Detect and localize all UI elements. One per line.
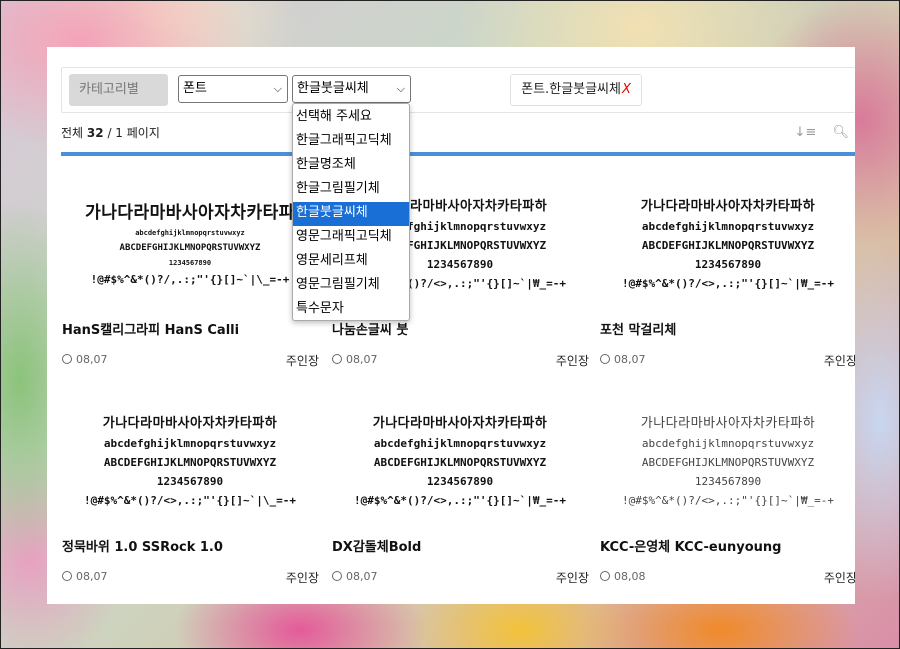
post-date: 08,07 — [62, 353, 108, 366]
result-count: 전체 32 / 1 페이지 — [61, 126, 160, 140]
post-date: 08,07 — [600, 353, 646, 366]
preview-line: 가나다라마바사아자차카타파하 — [640, 198, 816, 214]
preview-line: 1234567890 — [694, 257, 762, 271]
preview-line: abcdefghijklmnopqrstuvwxyz — [103, 436, 277, 450]
dropdown-option[interactable]: 특수문자 — [293, 298, 409, 322]
author-name[interactable]: 주인장 — [824, 569, 855, 586]
sort-icon[interactable]: ↓≡ — [795, 125, 817, 140]
total-count: 32 — [86, 126, 104, 140]
dropdown-option[interactable]: 한글명조체 — [293, 154, 409, 178]
dropdown-option[interactable]: 한글그래픽고딕체 — [293, 130, 409, 154]
font-preview-image[interactable]: 가나다라마바사아자차카타파하 abcdefghijklmnopqrstuvwxyz… — [599, 172, 855, 312]
filter-bar: 카테고리별 폰트 ⌵ 한글붓글씨체 ⌵ 폰트.한글붓글씨체X — [61, 67, 855, 113]
preview-line: 1234567890 — [426, 257, 494, 271]
preview-line: ABCDEFGHIJKLMNOPQRSTUVWXYZ — [103, 455, 277, 469]
post-date: 08,07 — [332, 353, 378, 366]
preview-line: !@#$%^&*()?/<>,.:;"'{}[]~`|₩_=-+ — [354, 493, 566, 507]
post-date: 08,07 — [332, 570, 378, 583]
font-name[interactable]: KCC-은영체 KCC-eunyoung — [600, 536, 781, 555]
search-icon[interactable]: 🔍︎ — [832, 125, 849, 140]
author-name[interactable]: 주인장 — [286, 352, 319, 369]
font-name[interactable]: 정묵바위 1.0 SSRock 1.0 — [62, 536, 223, 555]
preview-line: 가나다라마바사아자차카타파하 — [372, 415, 548, 431]
font-card[interactable]: 가나다라마바사아자차카타파하 abcdefghijklmnopqrstuvwxyz… — [61, 389, 319, 599]
font-preview-image[interactable]: 가나다라마바사아자차카타파하 abcdefghijklmnopqrstuvwxyz… — [61, 389, 319, 529]
font-type-select-value: 폰트 — [183, 81, 207, 96]
font-card[interactable]: 가나다라마바사아자차카타파하 abcdefghijklmnopqrstuvwxyz… — [599, 389, 855, 599]
dropdown-option[interactable]: 영문세리프체 — [293, 250, 409, 274]
author-name[interactable]: 주인장 — [824, 352, 855, 369]
remove-filter-button[interactable]: X — [622, 82, 631, 97]
chevron-down-icon: ⌵ — [396, 82, 405, 95]
preview-line: !@#$%^&*()?/,.:;"'{}[]~`|\_=-+ — [90, 273, 290, 286]
preview-line: 1234567890 — [694, 474, 762, 488]
author-name[interactable]: 주인장 — [556, 352, 589, 369]
font-card[interactable]: 가나다라마바사아자차카타파하 abcdefghijklmnopqrstuvwxyz… — [599, 172, 855, 382]
dropdown-option[interactable]: 한글붓글씨체 — [293, 202, 409, 226]
dropdown-option[interactable]: 영문그림필기체 — [293, 274, 409, 298]
chevron-down-icon: ⌵ — [273, 82, 282, 95]
post-date: 08,07 — [62, 570, 108, 583]
preview-line: 1234567890 — [156, 474, 224, 488]
preview-line: 가나다라마바사아자차카타파하 — [640, 415, 816, 431]
preview-line: 가나다라마바사아자차카타파하 — [102, 415, 278, 431]
clock-icon — [600, 571, 610, 581]
active-filter-tag: 폰트.한글붓글씨체X — [510, 74, 642, 106]
preview-line: ABCDEFGHIJKLMNOPQRSTUVWXYZ — [641, 455, 815, 469]
font-name[interactable]: DX감돌체Bold — [332, 536, 421, 555]
font-card[interactable]: 가나다라마바사아자차카타파 abcdefghijklmnopqrstuvwxyz A… — [61, 172, 319, 382]
clock-icon — [62, 571, 72, 581]
font-name[interactable]: 포천 막걸리체 — [600, 319, 676, 338]
font-list-panel: 카테고리별 폰트 ⌵ 한글붓글씨체 ⌵ 폰트.한글붓글씨체X 전체 32 / 1… — [47, 47, 855, 604]
preview-line: abcdefghijklmnopqrstuvwxyz — [641, 436, 815, 450]
list-tools: ↓≡ 🔍︎ — [783, 125, 849, 140]
preview-line: !@#$%^&*()?/<>,.:;"'{}[]~`|₩_=-+ — [622, 276, 834, 290]
dropdown-option[interactable]: 선택해 주세요 — [293, 106, 409, 130]
font-type-select[interactable]: 폰트 ⌵ — [178, 75, 288, 103]
clock-icon — [332, 571, 342, 581]
font-preview-image[interactable]: 가나다라마바사아자차카타파하 abcdefghijklmnopqrstuvwxyz… — [599, 389, 855, 529]
dropdown-option[interactable]: 영문그래픽고딕체 — [293, 226, 409, 250]
preview-line: ABCDEFGHIJKLMNOPQRSTUVWXYZ — [641, 238, 815, 252]
preview-line: abcdefghijklmnopqrstuvwxyz — [135, 229, 245, 237]
font-preview-image[interactable]: 가나다라마바사아자차카타파 abcdefghijklmnopqrstuvwxyz A… — [61, 172, 319, 312]
post-date: 08,08 — [600, 570, 646, 583]
preview-line: !@#$%^&*()?/<>,.:;"'{}[]~`|₩_=-+ — [622, 493, 834, 507]
active-filter-label: 폰트.한글붓글씨체 — [521, 82, 621, 97]
font-name[interactable]: HanS캘리그라피 HanS Calli — [62, 319, 239, 338]
preview-line: abcdefghijklmnopqrstuvwxyz — [373, 436, 547, 450]
preview-line: ABCDEFGHIJKLMNOPQRSTUVWXYZ — [119, 243, 261, 253]
preview-line: !@#$%^&*()?/<>,.:;"'{}[]~`|\_=-+ — [84, 493, 296, 507]
preview-line: ABCDEFGHIJKLMNOPQRSTUVWXYZ — [373, 455, 547, 469]
divider — [61, 152, 855, 156]
page-info: / 1 페이지 — [107, 126, 160, 140]
preview-line: 1234567890 — [426, 474, 494, 488]
preview-line: 1234567890 — [168, 259, 212, 267]
clock-icon — [62, 354, 72, 364]
author-name[interactable]: 주인장 — [286, 569, 319, 586]
dropdown-option[interactable]: 한글그림필기체 — [293, 178, 409, 202]
subcategory-dropdown: 선택해 주세요 한글그래픽고딕체 한글명조체 한글그림필기체 한글붓글씨체 영문그래픽고딕… — [292, 103, 410, 321]
category-button[interactable]: 카테고리별 — [69, 74, 168, 106]
author-name[interactable]: 주인장 — [556, 569, 589, 586]
clock-icon — [332, 354, 342, 364]
preview-line: 가나다라마바사아자차카타파 — [85, 203, 295, 223]
clock-icon — [600, 354, 610, 364]
font-subcategory-select-value: 한글붓글씨체 — [297, 81, 369, 96]
font-subcategory-select[interactable]: 한글붓글씨체 ⌵ — [292, 75, 411, 103]
preview-line: abcdefghijklmnopqrstuvwxyz — [641, 219, 815, 233]
font-card[interactable]: 가나다라마바사아자차카타파하 abcdefghijklmnopqrstuvwxyz… — [331, 389, 589, 599]
font-preview-image[interactable]: 가나다라마바사아자차카타파하 abcdefghijklmnopqrstuvwxyz… — [331, 389, 589, 529]
